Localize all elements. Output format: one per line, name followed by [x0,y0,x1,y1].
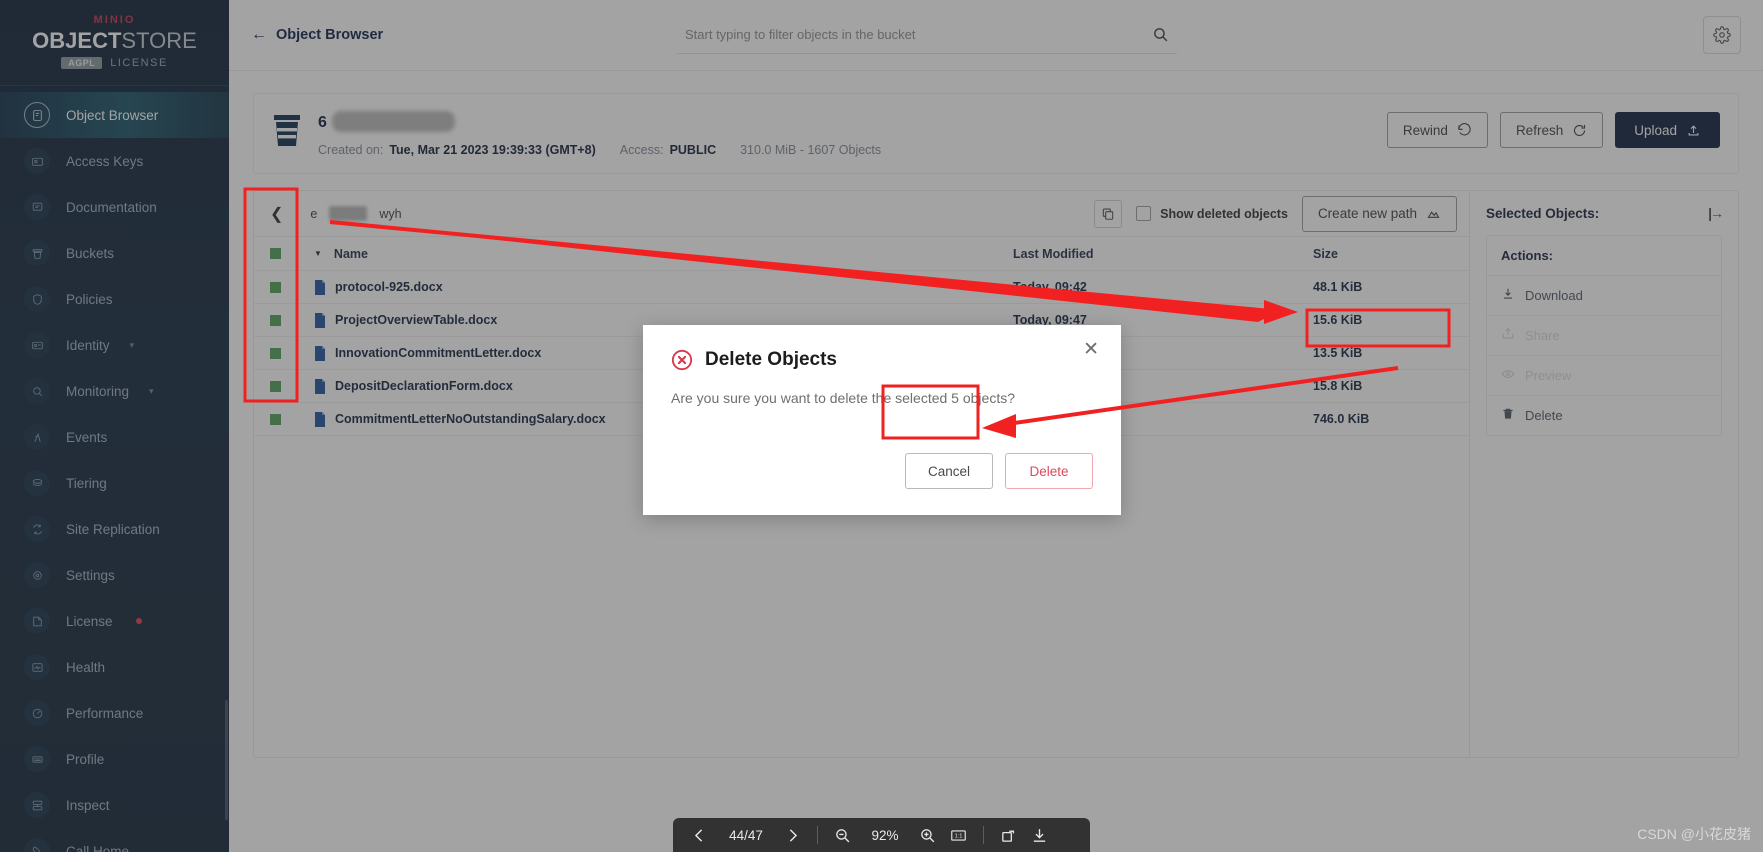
watermark: CSDN @小花皮猪 [1637,826,1751,842]
next-page-button[interactable] [784,827,801,844]
toolbar-divider-2 [983,826,984,844]
cancel-button[interactable]: Cancel [905,453,993,489]
viewer-toolbar: 44/47 92% 1:1 [673,818,1090,852]
zoom-in-button[interactable] [919,827,936,844]
zoom-group: 92% 1:1 [834,827,967,844]
actual-size-button[interactable]: 1:1 [950,827,967,844]
error-circle-icon [671,349,693,371]
svg-text:1:1: 1:1 [955,833,963,839]
dialog-title: Delete Objects [705,349,837,370]
zoom-level: 92% [871,827,899,843]
page-indicator: 44/47 [729,827,763,843]
tools-group [1000,827,1048,844]
page-nav-group: 44/47 [691,827,801,844]
dialog-message: Are you sure you want to delete the sele… [671,390,1015,406]
download-button[interactable] [1031,827,1048,844]
zoom-out-button[interactable] [834,827,851,844]
toolbar-divider-1 [817,826,818,844]
close-icon[interactable]: ✕ [1083,340,1099,359]
dialog-title-row: Delete Objects [671,349,1093,371]
delete-objects-dialog: ✕ Delete Objects Are you sure you want t… [643,325,1121,515]
confirm-delete-button[interactable]: Delete [1005,453,1093,489]
dialog-buttons: Cancel Delete [905,453,1093,489]
prev-page-button[interactable] [691,827,708,844]
rotate-button[interactable] [1000,827,1017,844]
